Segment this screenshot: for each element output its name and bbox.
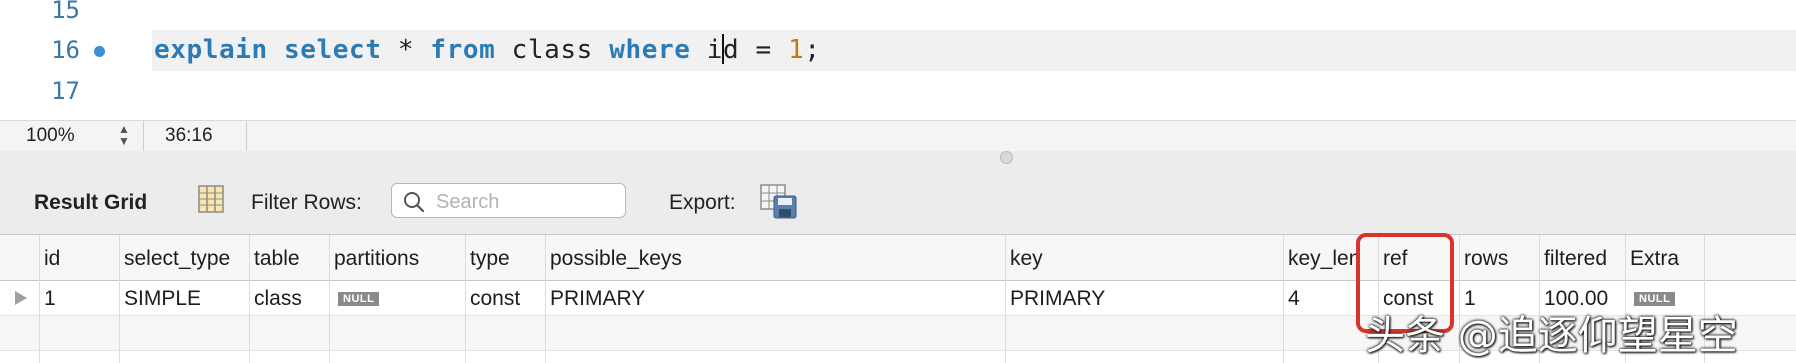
- column-header-table[interactable]: table: [254, 247, 300, 271]
- column-identifier-part2: d: [723, 35, 740, 65]
- watermark: 头条 @追逐仰望星空: [1365, 313, 1738, 359]
- column-header-select-type[interactable]: select_type: [124, 247, 230, 271]
- column-header-key-len[interactable]: key_len: [1288, 247, 1362, 271]
- semicolon: ;: [804, 35, 821, 65]
- column-divider: [465, 235, 466, 363]
- editor-status-bar: 100% ▲ ▼ 36:16: [0, 120, 1796, 152]
- cell-key[interactable]: PRIMARY: [1010, 287, 1105, 311]
- column-divider: [1005, 235, 1006, 363]
- sql-editor[interactable]: 15 16 17 explain select * from class whe…: [0, 0, 1796, 120]
- column-header-possible-keys[interactable]: possible_keys: [550, 247, 682, 271]
- star-token: *: [397, 35, 415, 65]
- equals-operator: =: [755, 35, 772, 65]
- column-header-extra[interactable]: Extra: [1630, 247, 1679, 271]
- zoom-level[interactable]: 100%: [26, 125, 75, 147]
- column-header-filtered[interactable]: filtered: [1544, 247, 1607, 271]
- search-placeholder: Search: [436, 191, 500, 213]
- line-number-17: 17: [51, 77, 80, 105]
- line-number-16: 16: [51, 36, 80, 64]
- current-row-arrow-icon: [15, 291, 27, 305]
- keyword-explain: explain: [154, 35, 268, 65]
- null-badge: NULL: [338, 292, 380, 306]
- table-identifier: class: [511, 35, 593, 65]
- column-divider: [329, 235, 330, 363]
- filter-rows-label: Filter Rows:: [251, 191, 362, 214]
- column-header-key[interactable]: key: [1010, 247, 1043, 271]
- export-icon[interactable]: [760, 184, 798, 220]
- result-grid-icon[interactable]: [198, 185, 224, 213]
- cell-key-len[interactable]: 4: [1288, 287, 1300, 311]
- keyword-where: where: [609, 35, 691, 65]
- export-label: Export:: [669, 191, 736, 214]
- filter-rows-search-input[interactable]: Search: [391, 183, 626, 218]
- cursor-position: 36:16: [165, 125, 213, 146]
- cell-partitions[interactable]: NULL: [338, 287, 380, 311]
- chevron-down-icon[interactable]: ▼: [116, 135, 132, 147]
- status-divider: [246, 121, 247, 151]
- zoom-stepper-icon[interactable]: ▲ ▼: [116, 123, 132, 149]
- cell-id[interactable]: 1: [44, 287, 56, 311]
- code-line-16[interactable]: explain select * from class where id = 1…: [154, 34, 821, 65]
- column-header-partitions[interactable]: partitions: [334, 247, 419, 271]
- search-icon: [404, 192, 425, 213]
- column-divider: [249, 235, 250, 363]
- column-identifier-part1: i: [706, 35, 724, 65]
- keyword-select: select: [284, 35, 382, 65]
- column-divider: [39, 235, 40, 363]
- statement-marker-icon[interactable]: [94, 46, 105, 57]
- column-header-rows[interactable]: rows: [1464, 247, 1508, 271]
- result-grid-label[interactable]: Result Grid: [34, 191, 147, 215]
- result-toolbar: Result Grid Filter Rows: Search Export:: [0, 151, 1796, 234]
- grid-header-row: id select_type table partitions type pos…: [0, 235, 1796, 281]
- panel-splitter-handle[interactable]: [1000, 151, 1013, 164]
- keyword-from: from: [430, 35, 496, 65]
- column-header-id[interactable]: id: [44, 247, 60, 271]
- line-number-15: 15: [51, 0, 80, 24]
- number-literal: 1: [788, 35, 805, 65]
- cell-possible-keys[interactable]: PRIMARY: [550, 287, 645, 311]
- column-header-type[interactable]: type: [470, 247, 510, 271]
- status-divider: [143, 121, 144, 151]
- column-divider: [119, 235, 120, 363]
- column-divider: [545, 235, 546, 363]
- cell-type[interactable]: const: [470, 287, 520, 311]
- cell-select-type[interactable]: SIMPLE: [124, 287, 201, 311]
- column-divider: [1283, 235, 1284, 363]
- cell-table[interactable]: class: [254, 287, 302, 311]
